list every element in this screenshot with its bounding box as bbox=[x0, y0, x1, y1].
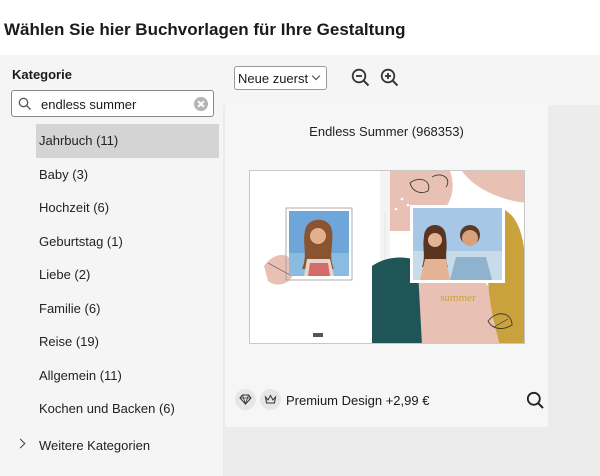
search-input-value: endless summer bbox=[41, 97, 137, 112]
zoom-in-icon[interactable] bbox=[380, 68, 400, 88]
category-search-input[interactable]: endless summer bbox=[11, 90, 214, 117]
category-item-baby[interactable]: Baby (3) bbox=[36, 158, 219, 192]
category-item-reise[interactable]: Reise (19) bbox=[36, 325, 219, 359]
cover-title-text: summer bbox=[440, 292, 476, 304]
category-item-allgemein[interactable]: Allgemein (11) bbox=[36, 359, 219, 393]
premium-design-label: Premium Design +2,99 € bbox=[286, 393, 430, 408]
clear-search-icon[interactable] bbox=[194, 97, 208, 111]
search-icon bbox=[18, 97, 31, 110]
sort-select[interactable]: Neue zuerst bbox=[234, 66, 327, 90]
template-preview[interactable]: summer bbox=[249, 170, 525, 344]
zoom-out-icon[interactable] bbox=[351, 68, 371, 88]
chevron-down-icon bbox=[311, 71, 321, 81]
more-categories-label: Weitere Kategorien bbox=[39, 438, 151, 453]
page-title: Wählen Sie hier Buchvorlagen für Ihre Ge… bbox=[4, 20, 406, 39]
book-cover-illustration: summer bbox=[250, 171, 524, 343]
category-sidebar: Kategorie endless summer Jahrbuch (11) B… bbox=[0, 55, 223, 476]
template-results: Endless Summer (968353) summer Premium D… bbox=[223, 105, 600, 476]
magnifier-icon[interactable] bbox=[526, 391, 545, 410]
category-heading: Kategorie bbox=[12, 67, 72, 82]
category-item-jahrbuch[interactable]: Jahrbuch (11) bbox=[36, 124, 219, 158]
category-item-kochen-und-backen[interactable]: Kochen und Backen (6) bbox=[36, 392, 219, 426]
sort-select-value: Neue zuerst bbox=[238, 71, 309, 86]
category-item-geburtstag[interactable]: Geburtstag (1) bbox=[36, 225, 219, 259]
results-toolbar: Neue zuerst bbox=[223, 55, 600, 105]
crown-icon bbox=[260, 389, 281, 410]
template-title: Endless Summer (968353) bbox=[309, 124, 464, 139]
category-item-hochzeit[interactable]: Hochzeit (6) bbox=[36, 191, 219, 225]
chevron-right-icon bbox=[15, 438, 26, 449]
category-list: Jahrbuch (11) Baby (3) Hochzeit (6) Gebu… bbox=[36, 124, 219, 426]
diamond-icon bbox=[235, 389, 256, 410]
category-item-liebe[interactable]: Liebe (2) bbox=[36, 258, 219, 292]
more-categories-toggle[interactable]: Weitere Kategorien bbox=[0, 431, 223, 461]
category-item-familie[interactable]: Familie (6) bbox=[36, 292, 219, 326]
template-card[interactable]: Endless Summer (968353) summer Premium D… bbox=[225, 105, 548, 427]
